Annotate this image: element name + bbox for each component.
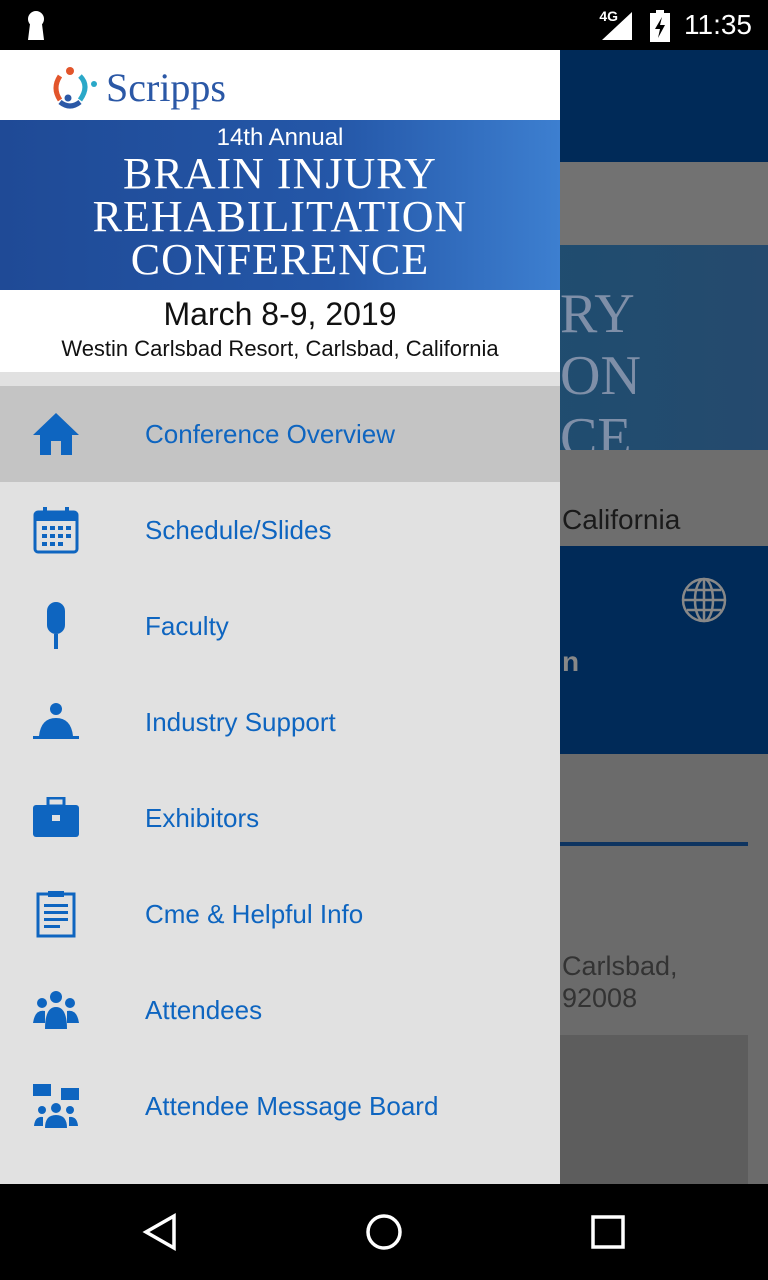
- menu-item-cme-helpful-info[interactable]: Cme & Helpful Info: [0, 866, 560, 962]
- signal-icon: [602, 12, 632, 40]
- conference-date: March 8-9, 2019: [163, 296, 397, 332]
- background-title: n: [562, 646, 580, 677]
- conference-banner: 14th Annual BRAIN INJURY REHABILITATION …: [0, 120, 560, 290]
- menu-item-faculty[interactable]: Faculty: [0, 578, 560, 674]
- status-bar: 4G 11:35: [0, 0, 768, 50]
- microphone-icon: [28, 598, 84, 654]
- message-board-icon: [28, 1078, 84, 1134]
- battery-charging-icon: [650, 10, 670, 42]
- group-icon: [28, 982, 84, 1038]
- clock: 11:35: [684, 9, 752, 40]
- map[interactable]: [560, 1035, 748, 1185]
- background-address: Carlsbad, 92008: [562, 951, 678, 1013]
- presenter-icon: [28, 694, 84, 750]
- drawer-menu: Conference Overview Schedule/Slides Facu…: [0, 386, 560, 1154]
- conference-venue: Westin Carlsbad Resort, Carlsbad, Califo…: [61, 336, 499, 361]
- home-icon: [28, 406, 84, 462]
- scripps-logo: Scripps: [50, 64, 226, 111]
- drawer-header: Scripps 14th Annual BRAIN INJURY REHABIL…: [0, 50, 560, 372]
- menu-item-industry-support[interactable]: Industry Support: [0, 674, 560, 770]
- back-icon[interactable]: [140, 1212, 180, 1252]
- recents-icon[interactable]: [590, 1214, 626, 1250]
- menu-item-conference-overview[interactable]: Conference Overview: [0, 386, 560, 482]
- navigation-bar: [0, 1184, 768, 1280]
- briefcase-icon: [28, 790, 84, 846]
- calendar-icon: [28, 502, 84, 558]
- menu-item-attendees[interactable]: Attendees: [0, 962, 560, 1058]
- menu-item-attendee-message-board[interactable]: Attendee Message Board: [0, 1058, 560, 1154]
- clipboard-icon: [28, 886, 84, 942]
- menu-item-exhibitors[interactable]: Exhibitors: [0, 770, 560, 866]
- menu-item-schedule-slides[interactable]: Schedule/Slides: [0, 482, 560, 578]
- navigation-drawer: Scripps 14th Annual BRAIN INJURY REHABIL…: [0, 50, 560, 1184]
- keyhole-icon: [28, 11, 44, 40]
- home-button-icon[interactable]: [364, 1212, 404, 1252]
- globe-icon[interactable]: [680, 576, 728, 624]
